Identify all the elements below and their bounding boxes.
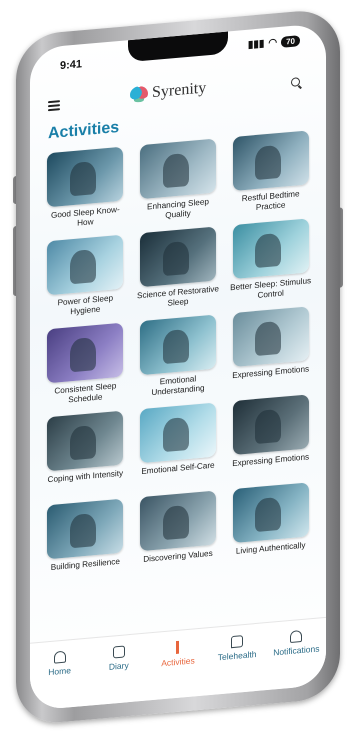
activity-card[interactable]: Living Authentically: [227, 482, 314, 576]
search-icon[interactable]: [291, 77, 302, 89]
activity-image: [47, 234, 124, 296]
home-icon: [53, 650, 66, 664]
nav-label: Home: [48, 665, 71, 678]
activity-label: Living Authentically: [235, 540, 306, 556]
activity-card[interactable]: Restful Bedtime Practice: [227, 130, 314, 224]
battery-icon: 70: [281, 35, 300, 48]
signal-icon: ▮▮▮: [247, 38, 265, 51]
activity-label: Coping with Intensity: [47, 468, 124, 485]
book-icon: [112, 645, 125, 659]
activity-label: Consistent Sleep Schedule: [54, 381, 117, 404]
activity-label: Science of Restorative Sleep: [137, 284, 219, 308]
activity-label: Good Sleep Know-How: [50, 204, 120, 228]
nav-item-activities[interactable]: Activities: [152, 639, 204, 670]
activity-image: [139, 138, 216, 200]
page-title: Activities: [48, 118, 120, 143]
activity-image: [232, 482, 309, 544]
activity-card[interactable]: Discovering Values: [135, 490, 222, 584]
activity-card[interactable]: Emotional Understanding: [135, 314, 222, 408]
activity-label: Restful Bedtime Practice: [241, 189, 300, 212]
app-header: Syrenity: [30, 63, 326, 125]
chat-icon: [231, 635, 244, 649]
activity-label: Better Sleep: Stimulus Control: [230, 276, 312, 300]
activity-label: Emotional Understanding: [151, 374, 205, 397]
activity-label: Power of Sleep Hygiene: [57, 293, 114, 316]
activity-image: [139, 226, 216, 288]
activity-card[interactable]: Expressing Emotions: [227, 306, 314, 400]
activity-label: Enhancing Sleep Quality: [147, 197, 209, 220]
status-icons: ▮▮▮ ◠ 70: [248, 35, 300, 51]
activity-card[interactable]: Building Resilience: [42, 498, 129, 592]
activity-image: [232, 218, 309, 280]
activity-image: [47, 146, 124, 208]
activity-image: [232, 130, 309, 192]
activity-image: [47, 322, 124, 384]
activity-image: [47, 498, 124, 560]
app-screen: 9:41 ▮▮▮ ◠ 70 Syrenity Activities Good S…: [30, 22, 326, 711]
activity-card[interactable]: Enhancing Sleep Quality: [135, 138, 222, 232]
nav-item-diary[interactable]: Diary: [93, 644, 145, 674]
wifi-icon: ◠: [268, 37, 278, 49]
nav-label: Telehealth: [217, 648, 257, 663]
activity-label: Building Resilience: [50, 556, 120, 572]
nav-label: Diary: [108, 660, 129, 672]
activity-image: [232, 306, 309, 368]
hamburger-menu-icon[interactable]: [48, 100, 60, 112]
activity-card[interactable]: Coping with Intensity: [42, 410, 129, 504]
activity-image: [232, 394, 309, 456]
phone-mockup: 9:41 ▮▮▮ ◠ 70 Syrenity Activities Good S…: [13, 0, 344, 730]
activity-image: [139, 314, 216, 376]
brain-logo-icon: [130, 85, 148, 104]
activity-label: Discovering Values: [143, 548, 213, 564]
nav-item-notifications[interactable]: Notifications: [270, 628, 322, 658]
activity-card[interactable]: Consistent Sleep Schedule: [42, 322, 129, 416]
activity-card[interactable]: Emotional Self-Care: [135, 402, 222, 496]
activity-image: [139, 490, 216, 552]
app-name: Syrenity: [152, 79, 207, 102]
nav-label: Activities: [161, 655, 195, 669]
app-logo: Syrenity: [130, 79, 206, 104]
activity-card[interactable]: Good Sleep Know-How: [42, 146, 129, 240]
nav-item-telehealth[interactable]: Telehealth: [211, 633, 263, 663]
nav-label: Notifications: [273, 643, 320, 658]
activity-person-icon: [172, 640, 183, 655]
activity-label: Expressing Emotions: [232, 452, 310, 469]
activity-card[interactable]: Science of Restorative Sleep: [135, 226, 222, 320]
nav-item-home[interactable]: Home: [34, 649, 86, 679]
activity-card[interactable]: Better Sleep: Stimulus Control: [227, 218, 314, 312]
activity-image: [139, 402, 216, 464]
activity-image: [47, 410, 124, 472]
activity-card[interactable]: Power of Sleep Hygiene: [42, 234, 129, 328]
activity-label: Emotional Self-Care: [141, 460, 215, 477]
activities-grid: Good Sleep Know-How Enhancing Sleep Qual…: [42, 130, 314, 592]
status-time: 9:41: [60, 58, 83, 73]
bell-icon: [290, 629, 303, 643]
activity-card[interactable]: Expressing Emotions: [227, 394, 314, 488]
activity-label: Expressing Emotions: [232, 364, 310, 381]
